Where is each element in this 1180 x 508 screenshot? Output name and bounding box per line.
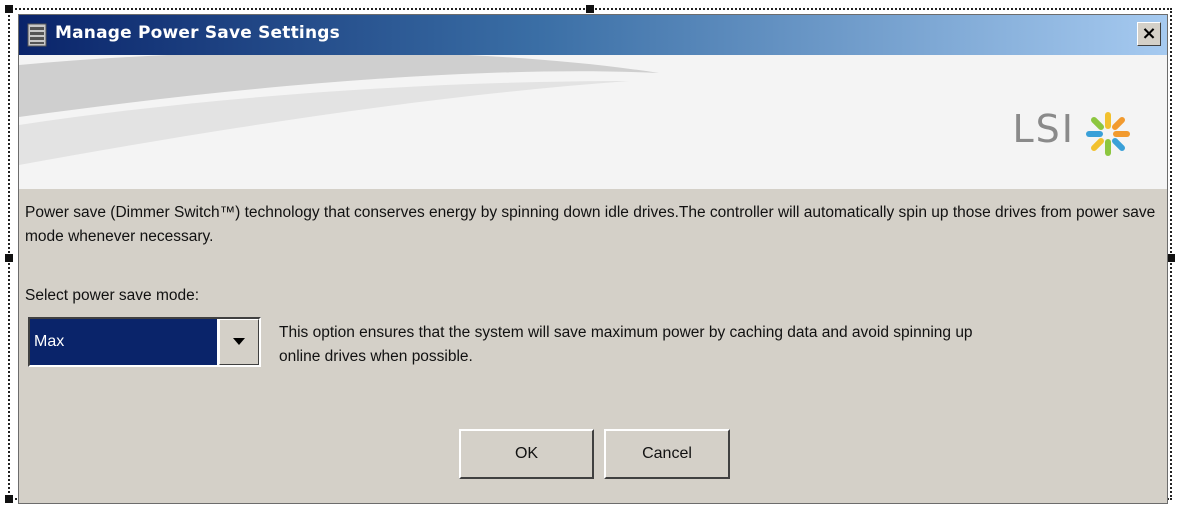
mode-option-description: This option ensures that the system will… [279,324,973,365]
resize-handle-top-center[interactable] [586,5,594,13]
feature-description: Power save (Dimmer Switch™) technology t… [25,204,1156,245]
cancel-button[interactable]: Cancel [604,429,730,479]
resize-handle-bottom-left[interactable] [5,495,13,503]
header-banner: LSI [19,55,1167,189]
power-save-dialog: Manage Power Save Settings × LSI Power s… [18,14,1168,504]
app-window-icon [27,23,47,47]
power-save-mode-label: Select power save mode: [25,287,200,304]
lsi-star-icon [1086,112,1130,156]
title-bar: Manage Power Save Settings × [19,15,1167,55]
resize-handle-middle-left[interactable] [5,254,13,262]
power-save-mode-select[interactable]: Max [28,317,261,367]
window-title: Manage Power Save Settings [55,23,340,43]
logo-text: LSI [1012,107,1075,151]
resize-handle-middle-right[interactable] [1167,254,1175,262]
close-button[interactable]: × [1137,22,1161,46]
chevron-down-icon [233,338,245,345]
ok-button[interactable]: OK [459,429,594,479]
dropdown-arrow-button[interactable] [219,319,259,365]
resize-handle-top-left[interactable] [5,5,13,13]
selected-mode-value[interactable]: Max [30,319,217,365]
banner-swoosh-graphic [19,55,659,165]
